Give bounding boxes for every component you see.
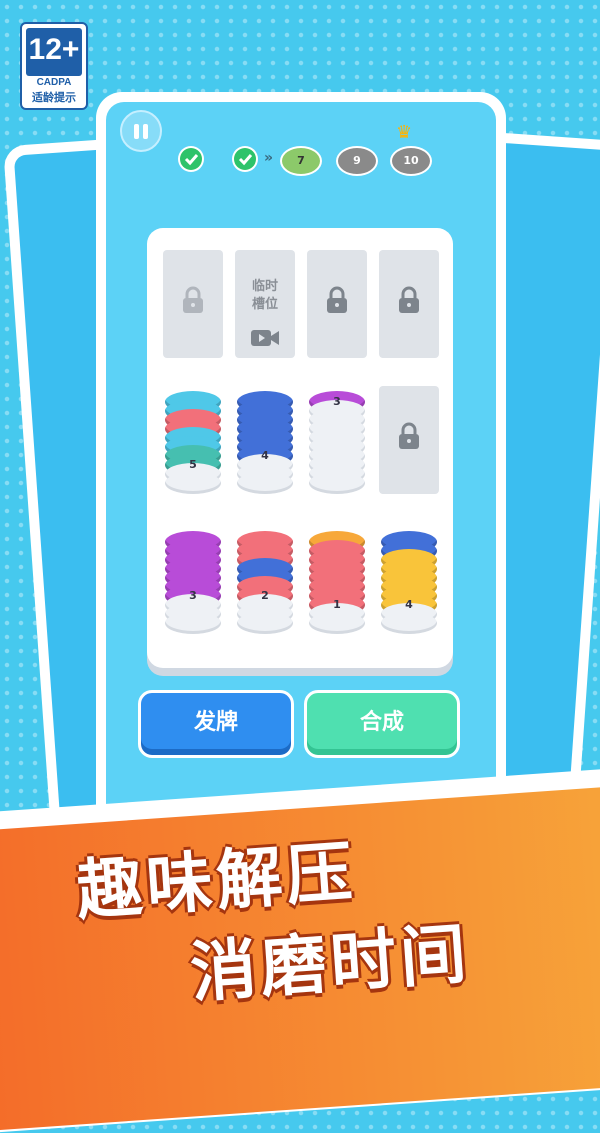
coin-stack[interactable]: 3 (163, 512, 223, 634)
empty-coin (237, 472, 293, 494)
progress-arrow-icon: » (264, 150, 274, 166)
empty-coin (309, 472, 365, 494)
level-complete-icon (178, 146, 204, 172)
empty-coin (309, 612, 365, 634)
coin-stack[interactable]: 1 (307, 512, 367, 634)
stack-count-label: 3 (333, 395, 341, 408)
locked-slot[interactable] (163, 250, 223, 358)
empty-coin (381, 612, 437, 634)
slogan-line-2: 消磨时间 (188, 915, 473, 1012)
locked-slot[interactable] (307, 250, 367, 358)
age-rating-org: CADPA (36, 77, 72, 88)
temp-slot[interactable]: 临时 槽位 (235, 250, 295, 358)
locked-slot[interactable] (379, 250, 439, 358)
lock-icon (399, 422, 419, 449)
coin-stack[interactable]: 4 (379, 512, 439, 634)
lock-icon (327, 286, 347, 313)
age-rating-badge: 12+ CADPA 适龄提示 (20, 22, 88, 110)
coin-stack[interactable]: 4 (235, 372, 295, 494)
temp-slot-label: 临时 槽位 (251, 279, 278, 312)
deal-button[interactable]: 发牌 (138, 690, 294, 758)
stack-count-label: 1 (333, 598, 341, 611)
coin-stack[interactable]: 5 (163, 372, 223, 494)
empty-coin (237, 612, 293, 634)
stack-count-label: 3 (189, 589, 197, 602)
lock-icon (399, 286, 419, 313)
crown-icon: ♛ (396, 122, 413, 143)
age-rating-tip: 适龄提示 (32, 91, 76, 104)
coin-stack[interactable]: 3 (307, 372, 367, 494)
stack-count-label: 4 (261, 449, 269, 462)
age-rating-number: 12+ (26, 28, 82, 76)
stack-count-label: 5 (189, 458, 197, 471)
level-complete-icon (232, 146, 258, 172)
game-board: 临时 槽位 5 4 3 3 2 1 4 (147, 228, 453, 668)
pause-button[interactable] (120, 110, 162, 152)
level-boss: 10 (390, 146, 432, 176)
empty-coin (165, 472, 221, 494)
level-next: 9 (336, 146, 378, 176)
stack-count-label: 4 (405, 598, 413, 611)
stack-count-label: 2 (261, 589, 269, 602)
video-ad-icon (251, 330, 279, 346)
level-current: 7 (280, 146, 322, 176)
locked-slot[interactable] (379, 386, 439, 494)
merge-button[interactable]: 合成 (304, 690, 460, 758)
lock-icon (183, 286, 203, 313)
empty-coin (165, 612, 221, 634)
coin-stack[interactable]: 2 (235, 512, 295, 634)
